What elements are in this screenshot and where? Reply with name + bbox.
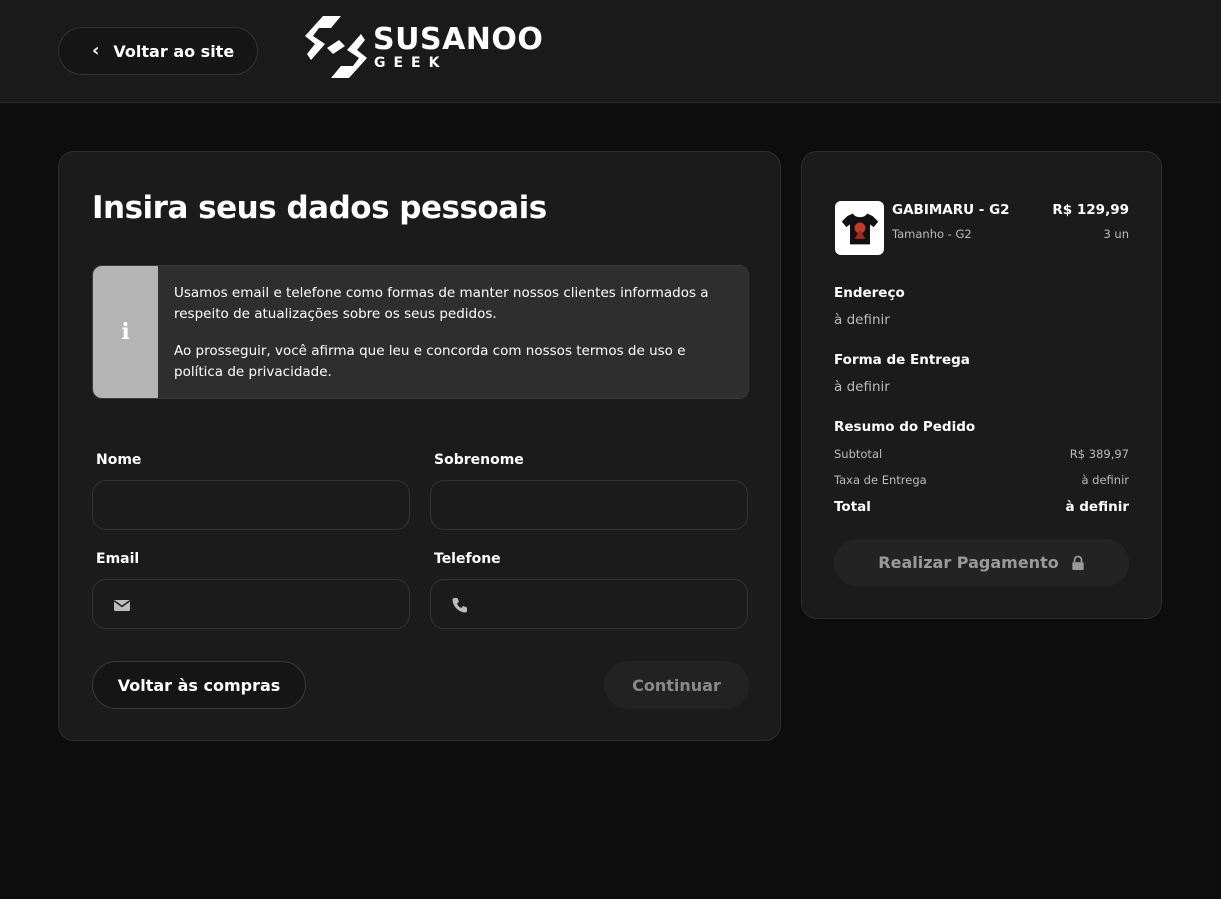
total-value: à definir [1065, 499, 1129, 515]
order-summary-card: GABIMARU - G2 Tamanho - G2 R$ 129,99 3 u… [801, 151, 1162, 619]
nome-label: Nome [96, 452, 142, 468]
envelope-icon [114, 600, 130, 611]
product-name: GABIMARU - G2 [892, 202, 1010, 218]
continue-button[interactable]: Continuar [604, 661, 749, 709]
page-title: Insira seus dados pessoais [92, 190, 547, 226]
info-icon-column: i [93, 266, 158, 398]
personal-data-card: Insira seus dados pessoais i Usamos emai… [58, 151, 781, 741]
total-row: Total à definir [834, 499, 1129, 515]
sobrenome-field[interactable] [430, 480, 748, 530]
chevron-left-icon: ‹ [92, 40, 100, 61]
delivery-fee-label: Taxa de Entrega [834, 473, 927, 487]
order-summary-title: Resumo do Pedido [834, 419, 976, 435]
make-payment-label: Realizar Pagamento [878, 553, 1059, 572]
sobrenome-label: Sobrenome [434, 452, 524, 468]
delivery-fee-row: Taxa de Entrega à definir [834, 473, 1129, 487]
make-payment-button[interactable]: Realizar Pagamento [834, 539, 1129, 586]
product-quantity: 3 un [1103, 227, 1129, 241]
info-notice: i Usamos email e telefone como formas de… [92, 265, 749, 399]
info-text: Usamos email e telefone como formas de m… [174, 283, 734, 383]
nome-input[interactable] [93, 481, 409, 529]
subtotal-row: Subtotal R$ 389,97 [834, 447, 1129, 461]
lock-icon [1072, 555, 1084, 570]
logo-main-text: SUSANOO [373, 22, 544, 57]
shipping-title: Forma de Entrega [834, 352, 970, 368]
logo-sub-text: GEEK [374, 55, 448, 71]
delivery-fee-value: à definir [1081, 473, 1129, 487]
info-paragraph-2: Ao prosseguir, você afirma que leu e con… [174, 343, 686, 380]
subtotal-label: Subtotal [834, 447, 883, 461]
info-paragraph-1: Usamos email e telefone como formas de m… [174, 285, 709, 322]
product-thumbnail [835, 201, 884, 255]
site-logo[interactable]: SUSANOO GEEK [305, 14, 543, 80]
telefone-label: Telefone [434, 551, 501, 567]
address-value: à definir [834, 312, 890, 328]
nome-field[interactable] [92, 480, 410, 530]
product-size: Tamanho - G2 [892, 227, 972, 241]
address-title: Endereço [834, 285, 905, 301]
email-field[interactable] [92, 579, 410, 629]
sobrenome-input[interactable] [431, 481, 747, 529]
back-to-site-label: Voltar ao site [113, 41, 235, 61]
email-input[interactable] [93, 580, 409, 628]
telefone-field[interactable] [430, 579, 748, 629]
email-label: Email [96, 551, 140, 567]
top-bar: ‹ Voltar ao site SUSANOO GEEK [0, 0, 1221, 103]
phone-icon [452, 598, 467, 613]
info-icon: i [121, 319, 130, 345]
logo-mark-icon [305, 16, 367, 78]
tshirt-image-icon [841, 213, 878, 245]
telefone-input[interactable] [431, 580, 747, 628]
back-to-shopping-button[interactable]: Voltar às compras [92, 661, 306, 709]
back-to-site-button[interactable]: ‹ Voltar ao site [58, 27, 258, 75]
total-label: Total [834, 499, 871, 515]
product-price: R$ 129,99 [1052, 202, 1129, 218]
shipping-value: à definir [834, 379, 890, 395]
subtotal-value: R$ 389,97 [1069, 447, 1129, 461]
